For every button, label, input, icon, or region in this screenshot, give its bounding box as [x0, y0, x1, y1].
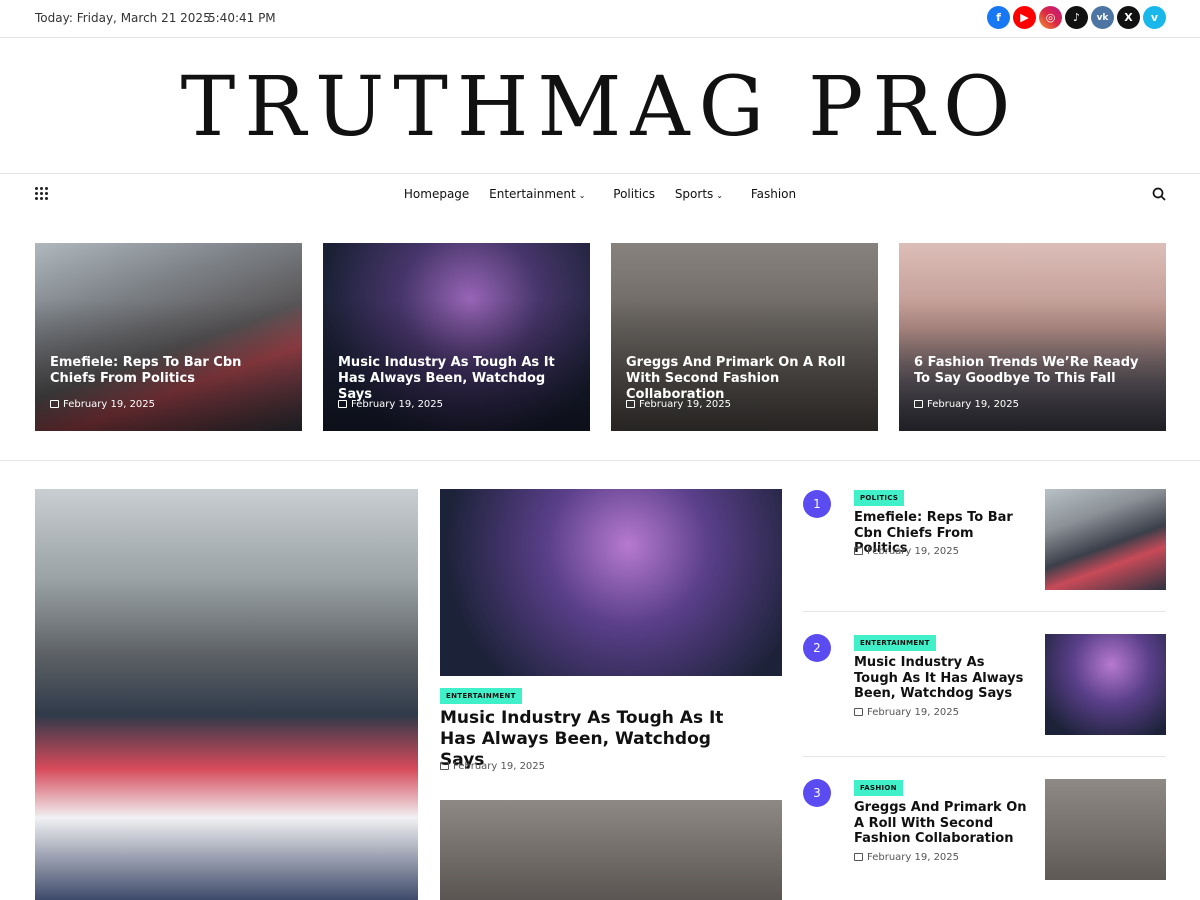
youtube-icon[interactable]: ▶ — [1013, 6, 1036, 29]
category-badge[interactable]: FASHION — [854, 780, 903, 796]
search-icon[interactable] — [1152, 187, 1166, 201]
chevron-down-icon: ⌄ — [716, 191, 723, 200]
category-badge[interactable]: POLITICS — [854, 490, 905, 506]
featured-title[interactable]: Emefiele: Reps To Bar Cbn Chiefs From Po… — [50, 355, 285, 387]
category-badge[interactable]: ENTERTAINMENT — [440, 688, 522, 704]
calendar-icon — [914, 400, 923, 408]
ranked-story-date: February 19, 2025 — [854, 707, 959, 718]
nav-item-label: Homepage — [403, 187, 470, 201]
calendar-icon — [854, 547, 863, 555]
ranked-story-title[interactable]: Greggs And Primark On A Roll With Second… — [854, 800, 1029, 847]
middle-story-date: February 19, 2025 — [440, 761, 545, 772]
nav-item-label: Politics — [613, 187, 655, 201]
current-date: Today: Friday, March 21 2025 — [35, 11, 211, 25]
chevron-down-icon: ⌄ — [578, 191, 586, 200]
ranked-story-thumbnail[interactable] — [1045, 634, 1166, 735]
rank-number: 1 — [803, 490, 831, 518]
section-divider — [0, 460, 1200, 461]
top-bar: Today: Friday, March 21 2025 5:40:41 PM … — [0, 0, 1200, 38]
featured-card[interactable]: Emefiele: Reps To Bar Cbn Chiefs From Po… — [35, 243, 302, 431]
vk-icon[interactable]: vk — [1091, 6, 1114, 29]
featured-title[interactable]: Greggs And Primark On A Roll With Second… — [626, 355, 861, 403]
masthead: TRUTHMAG PRO — [0, 38, 1200, 174]
rank-number: 3 — [803, 779, 831, 807]
nav-item-homepage[interactable]: Homepage — [404, 187, 469, 201]
nav-item-politics[interactable]: Politics — [613, 187, 655, 201]
calendar-icon — [338, 400, 347, 408]
tiktok-icon[interactable]: ♪ — [1065, 6, 1088, 29]
lead-story-image[interactable] — [35, 489, 418, 900]
ranked-story-date: February 19, 2025 — [854, 546, 959, 557]
featured-date: February 19, 2025 — [50, 399, 155, 410]
calendar-icon — [854, 708, 863, 716]
featured-card[interactable]: 6 Fashion Trends We’Re Ready To Say Good… — [899, 243, 1166, 431]
featured-card[interactable]: Greggs And Primark On A Roll With Second… — [611, 243, 878, 431]
featured-date: February 19, 2025 — [338, 399, 443, 410]
current-time: 5:40:41 PM — [208, 11, 276, 25]
calendar-icon — [50, 400, 59, 408]
featured-title[interactable]: Music Industry As Tough As It Has Always… — [338, 355, 573, 403]
nav-menu: Homepage Entertainment ⌄ Politics Sports ⌄… — [0, 187, 1200, 201]
calendar-icon — [440, 762, 449, 770]
list-separator — [803, 756, 1166, 757]
featured-date: February 19, 2025 — [914, 399, 1019, 410]
calendar-icon — [626, 400, 635, 408]
ranked-story-thumbnail[interactable] — [1045, 779, 1166, 880]
featured-title[interactable]: 6 Fashion Trends We’Re Ready To Say Good… — [914, 355, 1149, 387]
x-icon[interactable]: X — [1117, 6, 1140, 29]
nav-item-label: Entertainment — [489, 187, 576, 201]
ranked-story-date: February 19, 2025 — [854, 852, 959, 863]
nav-item-label: Fashion — [750, 187, 797, 201]
site-logo[interactable]: TRUTHMAG PRO — [0, 60, 1200, 155]
featured-card[interactable]: Music Industry As Tough As It Has Always… — [323, 243, 590, 431]
instagram-icon[interactable]: ◎ — [1039, 6, 1062, 29]
main-navigation: Homepage Entertainment ⌄ Politics Sports ⌄… — [0, 174, 1200, 216]
facebook-icon[interactable]: f — [987, 6, 1010, 29]
list-separator — [803, 611, 1166, 612]
nav-item-label: Sports — [674, 187, 714, 201]
category-badge[interactable]: ENTERTAINMENT — [854, 635, 936, 651]
calendar-icon — [854, 853, 863, 861]
nav-item-fashion[interactable]: Fashion — [751, 187, 796, 201]
featured-date: February 19, 2025 — [626, 399, 731, 410]
middle-story-image[interactable] — [440, 489, 782, 676]
nav-item-entertainment[interactable]: Entertainment ⌄ — [489, 187, 593, 201]
rank-number: 2 — [803, 634, 831, 662]
nav-item-sports[interactable]: Sports ⌄ — [675, 187, 731, 201]
middle-second-image[interactable] — [440, 800, 782, 900]
vimeo-icon[interactable]: v — [1143, 6, 1166, 29]
ranked-story-title[interactable]: Music Industry As Tough As It Has Always… — [854, 655, 1029, 702]
ranked-story-thumbnail[interactable] — [1045, 489, 1166, 590]
social-links: f ▶ ◎ ♪ vk X v — [987, 6, 1166, 29]
